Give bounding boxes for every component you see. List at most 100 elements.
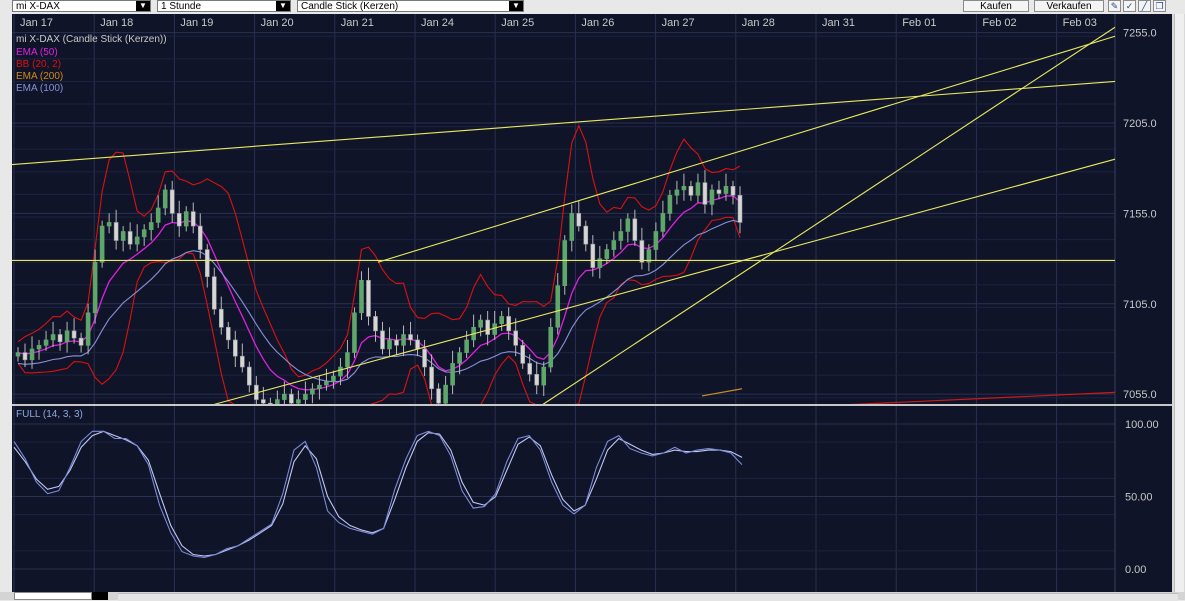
candle-up xyxy=(44,340,48,345)
candle-up xyxy=(184,212,188,226)
candle-down xyxy=(409,335,413,340)
candle-up xyxy=(149,222,153,229)
x-tick-label: Jan 21 xyxy=(341,17,374,29)
candle-up xyxy=(710,190,714,204)
candle-down xyxy=(198,226,202,249)
ema-lines xyxy=(18,196,740,390)
candle-up xyxy=(479,320,483,327)
candle-up xyxy=(451,363,455,385)
candle-up xyxy=(612,241,616,250)
legend-bb: BB (20, 2) xyxy=(16,59,61,70)
candle-down xyxy=(212,277,216,310)
candle-up xyxy=(65,331,69,342)
y-tick-label: 7105.0 xyxy=(1123,299,1157,311)
chart-type-select[interactable]: Candle Stick (Kerzen) ▼ xyxy=(297,0,524,12)
candle-up xyxy=(619,231,623,240)
vertical-scrollbar[interactable] xyxy=(1172,14,1185,592)
candle-up xyxy=(93,262,97,313)
candle-down xyxy=(58,335,62,342)
y-tick-label: 7255.0 xyxy=(1123,28,1157,40)
chart-type-label: Candle Stick (Kerzen) xyxy=(301,1,398,12)
candle-up xyxy=(352,313,356,353)
candle-up xyxy=(121,231,125,240)
legend-ema-50: EMA (50) xyxy=(16,47,58,58)
y-tick-label: 7055.0 xyxy=(1123,389,1157,401)
draw-line-icon[interactable]: ╱ xyxy=(1138,0,1151,12)
bottom-tab[interactable] xyxy=(14,592,92,600)
oscillator-tick-label: 50.00 xyxy=(1125,492,1153,504)
candle-down xyxy=(633,219,637,241)
interval-label: 1 Stunde xyxy=(161,1,201,12)
candle-down xyxy=(205,250,209,277)
candle-up xyxy=(542,367,546,385)
y-tick-label: 7205.0 xyxy=(1123,118,1157,130)
candle-down xyxy=(521,345,525,363)
oscillator-tick-label: 100.00 xyxy=(1125,419,1159,431)
sell-button[interactable]: Verkaufen xyxy=(1034,0,1104,12)
candle-down xyxy=(535,374,539,385)
x-tick-label: Jan 28 xyxy=(742,17,775,29)
candle-down xyxy=(247,367,251,385)
buy-button[interactable]: Kaufen xyxy=(963,0,1029,12)
candle-up xyxy=(402,335,406,346)
x-tick-label: Feb 01 xyxy=(902,17,936,29)
candle-up xyxy=(282,394,286,399)
candle-down xyxy=(528,363,532,374)
candle-up xyxy=(549,327,553,367)
checkmark-icon[interactable]: ✓ xyxy=(1123,0,1136,12)
candle-up xyxy=(16,353,20,357)
candle-up xyxy=(338,367,342,376)
candle-up xyxy=(696,183,700,196)
x-tick-label: Jan 26 xyxy=(581,17,614,29)
candle-down xyxy=(584,226,588,244)
candle-down xyxy=(514,331,518,345)
candle-up xyxy=(654,231,658,249)
candle-up xyxy=(303,394,307,399)
candle-down xyxy=(373,316,377,330)
x-tick-label: Jan 17 xyxy=(20,17,53,29)
candle-down xyxy=(366,280,370,316)
x-tick-label: Jan 25 xyxy=(501,17,534,29)
pen-icon[interactable]: ✎ xyxy=(1108,0,1121,12)
stochastic-oscillator xyxy=(14,431,742,557)
candle-up xyxy=(331,376,335,381)
oscillator-tick-label: 0.00 xyxy=(1125,564,1146,576)
interval-select[interactable]: 1 Stunde ▼ xyxy=(157,0,291,12)
candle-up xyxy=(493,324,497,335)
candle-up xyxy=(458,353,462,364)
candle-down xyxy=(128,231,132,244)
candle-down xyxy=(577,213,581,226)
candle-down xyxy=(289,394,293,403)
candle-down xyxy=(170,190,174,213)
bottom-tab-arrow[interactable] xyxy=(92,592,108,600)
candle-up xyxy=(682,186,686,190)
candle-up xyxy=(156,208,160,222)
candle-up xyxy=(142,230,146,237)
candle-down xyxy=(717,190,721,194)
candle-down xyxy=(423,349,427,367)
chart-title: mi X-DAX (Candle Stick (Kerzen)) xyxy=(16,34,167,45)
detach-window-icon[interactable]: ❐ xyxy=(1153,0,1166,12)
x-tick-label: Jan 19 xyxy=(180,17,213,29)
candle-down xyxy=(731,186,735,195)
candle-down xyxy=(191,212,195,226)
instrument-select[interactable]: mi X-DAX ▼ xyxy=(12,0,151,12)
candle-up xyxy=(605,250,609,259)
candle-down xyxy=(738,195,742,222)
candle-down xyxy=(416,340,420,349)
x-axis-labels: Jan 17Jan 18Jan 19Jan 20Jan 21Jan 24Jan … xyxy=(20,17,1097,29)
left-margin xyxy=(0,14,12,592)
scroll-thumb[interactable] xyxy=(1174,14,1184,592)
chart-area[interactable]: Jan 17Jan 18Jan 19Jan 20Jan 21Jan 24Jan … xyxy=(12,14,1172,592)
candle-up xyxy=(675,190,679,195)
toolbar: mi X-DAX ▼ 1 Stunde ▼ Candle Stick (Kerz… xyxy=(0,0,1185,14)
candle-up xyxy=(556,286,560,328)
candle-down xyxy=(233,340,237,356)
candle-down xyxy=(23,353,27,360)
chart-svg[interactable]: Jan 17Jan 18Jan 19Jan 20Jan 21Jan 24Jan … xyxy=(12,14,1172,592)
candle-up xyxy=(107,222,111,226)
candle-up xyxy=(100,226,104,262)
oscillator-label: FULL (14, 3, 3) xyxy=(16,409,83,420)
candle-down xyxy=(240,356,244,367)
candle-up xyxy=(51,335,55,340)
